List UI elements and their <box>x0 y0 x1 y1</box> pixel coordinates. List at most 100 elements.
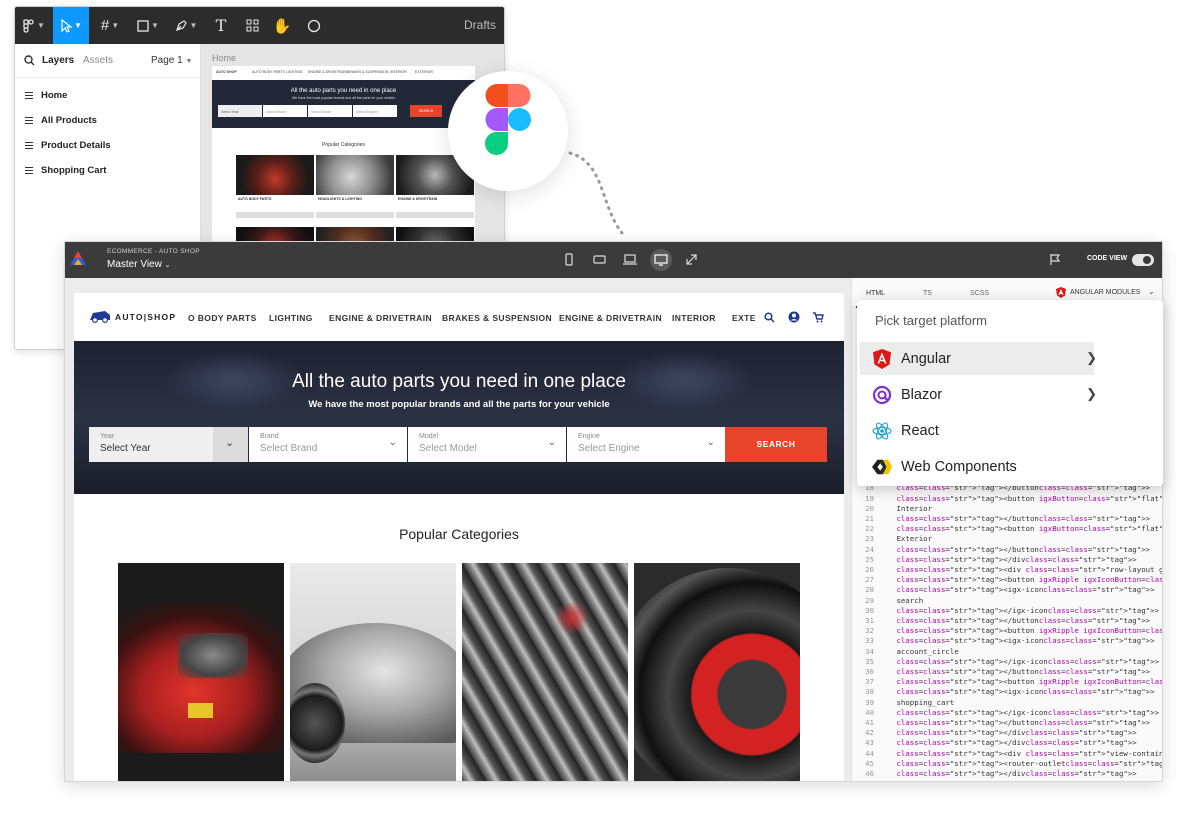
frame-icon: # <box>100 17 110 34</box>
menu-item-web-components[interactable]: Web Components <box>860 450 1094 483</box>
laptop-device-icon[interactable] <box>623 254 637 265</box>
tab-ts[interactable]: TS <box>923 290 932 297</box>
menu-item-blazor[interactable]: Blazor ❯ <box>860 378 1097 411</box>
figma-menu-button[interactable]: ▼ <box>17 7 51 44</box>
menu-item-label: Web Components <box>901 458 1017 475</box>
mini-nav-link: LIGHTING <box>286 70 303 74</box>
category-image-brakes[interactable] <box>634 563 800 781</box>
line-number: 35 <box>865 656 874 666</box>
code-text: class=class="str">"tag"></buttonclass=cl… <box>896 616 1151 625</box>
comment-tool-button[interactable] <box>297 7 331 44</box>
move-tool-button[interactable]: ▼ <box>53 7 89 44</box>
line-number: 33 <box>865 636 874 646</box>
code-text: class=class="str">"tag"></divclass=class… <box>896 738 1137 748</box>
frame-icon <box>25 142 33 149</box>
text-icon: T <box>215 16 227 35</box>
line-number: 22 <box>865 524 874 534</box>
year-select[interactable]: Year Select Year ⌄ <box>89 427 248 462</box>
nav-link-brakes-suspension[interactable]: BRAKES & SUSPENSION <box>442 313 552 323</box>
pen-tool-button[interactable]: ▼ <box>169 7 203 44</box>
app-logo-icon <box>70 251 86 265</box>
hand-tool-button[interactable]: ✋ <box>265 7 299 44</box>
brand-select-label: Brand <box>260 433 279 440</box>
layer-item-product-details[interactable]: Product Details <box>25 140 111 151</box>
mini-nav-link: ENGINE & DRIVETRAIN <box>308 70 347 74</box>
view-selector[interactable]: Master View ⌄ <box>107 259 171 270</box>
code-line: 42 class=class="str">"tag"></divclass=cl… <box>852 728 1137 738</box>
code-line: 26 class=class="str">"tag"><div class=cl… <box>852 565 1162 575</box>
mobile-device-icon[interactable] <box>565 253 573 266</box>
model-select[interactable]: Model Select Model ⌄ <box>408 427 566 462</box>
mini-description <box>316 212 394 218</box>
brand-select[interactable]: Brand Select Brand ⌄ <box>249 427 407 462</box>
search-icon[interactable] <box>764 312 775 323</box>
components-icon <box>246 19 258 32</box>
mini-nav-link: INTERIOR <box>390 70 407 74</box>
menu-item-angular[interactable]: Angular ❯ <box>860 342 1097 375</box>
code-line: 33 class=class="str">"tag"><igx-iconclas… <box>852 636 1154 646</box>
flag-icon[interactable] <box>1049 253 1061 266</box>
mini-nav: AUTO SHOP AUTO BODY PARTS LIGHTING ENGIN… <box>212 66 475 78</box>
line-number: 28 <box>865 585 874 595</box>
components-button[interactable] <box>235 7 269 44</box>
code-text: search <box>892 595 924 605</box>
tab-html[interactable]: HTML <box>866 290 885 297</box>
popular-categories-title: Popular Categories <box>399 526 519 542</box>
line-number: 45 <box>865 758 874 768</box>
model-select-value: Select Model <box>419 443 477 454</box>
mini-hero-subtitle: We have the most popular brands and all … <box>291 96 396 100</box>
nav-link-lighting[interactable]: LIGHTING <box>269 313 313 323</box>
toggle-knob <box>1143 256 1151 264</box>
chevron-down-icon: ⌄ <box>225 437 235 449</box>
code-view-toggle[interactable] <box>1132 254 1154 266</box>
nav-link-interior[interactable]: INTERIOR <box>672 313 716 323</box>
tab-assets[interactable]: Assets <box>83 55 113 66</box>
expand-icon[interactable] <box>685 253 698 266</box>
search-icon[interactable] <box>24 55 35 66</box>
nav-link-body-parts[interactable]: O BODY PARTS <box>188 313 257 323</box>
code-line: 40 class=class="str">"tag"></igx-iconcla… <box>852 708 1159 718</box>
menu-item-label: Angular <box>901 350 951 367</box>
tablet-device-icon[interactable] <box>593 255 606 264</box>
mini-category-label: HEADLIGHTS & LIGHTING <box>318 197 362 201</box>
shape-tool-button[interactable]: ▼ <box>131 7 165 44</box>
engine-select[interactable]: Engine Select Engine ⌄ <box>567 427 725 462</box>
menu-item-react[interactable]: React <box>860 414 1094 447</box>
mini-select: Select Brand <box>263 105 307 117</box>
angular-icon <box>1056 287 1066 298</box>
code-line: 23 Exterior <box>852 534 932 544</box>
shopping-cart-icon[interactable] <box>812 311 824 323</box>
code-text: class=class="str">"tag"><igx-iconclass=c… <box>896 687 1155 697</box>
layer-item-home[interactable]: Home <box>25 90 67 101</box>
text-tool-button[interactable]: T <box>204 7 238 44</box>
connector-dots <box>568 151 624 235</box>
nav-link-exterior[interactable]: EXTE <box>732 313 756 323</box>
code-line: 31 class=class="str">"tag"></buttonclass… <box>852 616 1150 626</box>
category-image-headlights[interactable] <box>290 563 456 781</box>
tab-scss[interactable]: SCSS <box>970 290 989 297</box>
drafts-label[interactable]: Drafts <box>464 18 496 32</box>
pen-icon <box>175 20 187 31</box>
category-image-engine[interactable] <box>462 563 628 781</box>
code-line: 45 class=class="str">"tag"><router-outle… <box>852 758 1162 769</box>
frame-tool-button[interactable]: # ▼ <box>93 7 127 44</box>
site-logo[interactable]: AUTO|SHOP <box>88 307 178 327</box>
mini-logo: AUTO SHOP <box>216 70 237 74</box>
chevron-down-icon: ⌄ <box>706 437 715 448</box>
chevron-down-icon: ⌄ <box>164 262 171 269</box>
nav-link-engine-drivetrain-2[interactable]: ENGINE & DRIVETRAIN <box>559 313 662 323</box>
desktop-device-button[interactable] <box>650 249 672 271</box>
layer-label: Shopping Cart <box>41 165 107 176</box>
account-circle-icon[interactable] <box>788 311 800 323</box>
year-select-toggle[interactable]: ⌄ <box>213 427 248 462</box>
category-image-auto-body-parts[interactable] <box>118 563 284 781</box>
tab-layers[interactable]: Layers <box>42 55 74 66</box>
nav-link-engine-drivetrain[interactable]: ENGINE & DRIVETRAIN <box>329 313 432 323</box>
menu-item-label: Blazor <box>901 386 943 403</box>
search-button[interactable]: SEARCH <box>725 427 827 462</box>
layer-item-shopping-cart[interactable]: Shopping Cart <box>25 165 106 176</box>
layer-item-all-products[interactable]: All Products <box>25 115 97 126</box>
page-selector[interactable]: Page 1 ▼ <box>151 55 192 66</box>
code-line: 44 class=class="str">"tag"><div class=cl… <box>852 749 1162 759</box>
line-number: 42 <box>865 728 874 738</box>
